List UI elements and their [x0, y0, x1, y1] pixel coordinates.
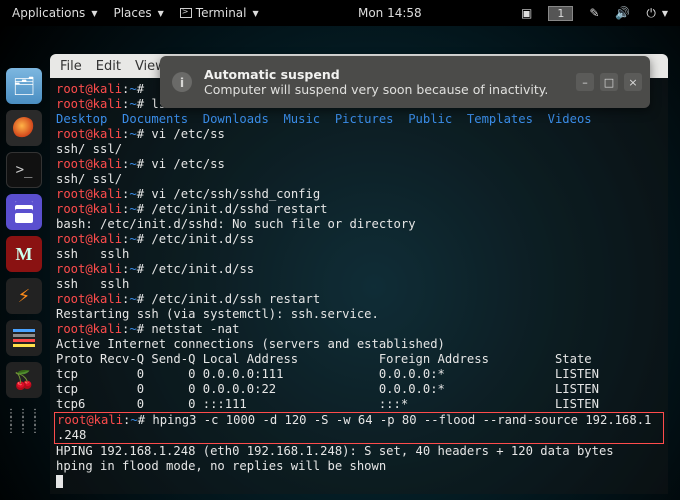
zenmap-icon[interactable]: ⚡: [6, 278, 42, 314]
bash-error: bash: /etc/init.d/sshd: No such file or …: [56, 217, 416, 231]
hping-output-2: hping in flood mode, no replies will be …: [56, 459, 386, 473]
clock[interactable]: Mon 14:58: [352, 6, 428, 20]
highlighted-command: root@kali:~# hping3 -c 1000 -d 120 -S -w…: [54, 412, 664, 444]
recording-indicator[interactable]: ▣: [515, 6, 538, 20]
netstat-header-1: Active Internet connections (servers and…: [56, 337, 445, 351]
applications-menu[interactable]: Applications ▼: [6, 6, 103, 20]
cmd-initd-1: /etc/init.d/ss: [144, 232, 254, 246]
power-menu[interactable]: ⏻▼: [640, 6, 674, 21]
netstat-header-2: Proto Recv-Q Send-Q Local Address Foreig…: [56, 352, 592, 366]
cmd-hping3: hping3 -c 1000 -d 120 -S -w 64 -p 80 --f…: [145, 413, 651, 427]
applications-label: Applications: [12, 6, 85, 20]
files-icon[interactable]: 🗂: [6, 68, 42, 104]
notification-body: Computer will suspend very soon because …: [204, 82, 548, 97]
wireshark-icon[interactable]: [6, 320, 42, 356]
power-icon: ⏻: [646, 6, 656, 21]
volume-control[interactable]: 🔊: [609, 6, 636, 20]
desktop: 🗂 >_ M ⚡ 🍒 ⋮⋮⋮⋮⋮⋮⋮⋮⋮ File Edit View root…: [0, 26, 680, 500]
places-menu[interactable]: Places ▼: [107, 6, 169, 20]
info-icon: i: [172, 72, 192, 92]
prompt-userhost: root@kali: [56, 82, 122, 96]
notification-text: Automatic suspend Computer will suspend …: [204, 67, 548, 97]
notification-title: Automatic suspend: [204, 67, 548, 82]
cmd-initd-2: /etc/init.d/ss: [144, 262, 254, 276]
hping-output-1: HPING 192.168.1.248 (eth0 192.168.1.248)…: [56, 444, 614, 458]
tab-completion-3: ssh sslh: [56, 247, 129, 261]
places-label: Places: [113, 6, 151, 20]
cmd-vi-sshd: vi /etc/ssh/sshd_config: [144, 187, 320, 201]
cmd-sshd-restart: /etc/init.d/sshd restart: [144, 202, 327, 216]
gnome-top-bar: Applications ▼ Places ▼ Terminal ▼ Mon 14:5…: [0, 0, 680, 26]
minimize-button[interactable]: –: [576, 73, 594, 91]
netstat-row: tcp 0 0 0.0.0.0:22 0.0.0.0:* LISTEN: [56, 382, 599, 396]
brush-icon: ✎: [589, 6, 599, 20]
color-picker[interactable]: ✎: [583, 6, 605, 20]
tab-completion-1: ssh/ ssl/: [56, 142, 122, 156]
ls-output: Desktop Documents Downloads Music Pictur…: [56, 112, 592, 126]
menu-edit[interactable]: Edit: [96, 59, 121, 74]
terminal-window: File Edit View root@kali:~# root@kali:~#…: [50, 54, 668, 494]
chevron-down-icon: ▼: [91, 9, 97, 18]
netstat-row: tcp 0 0 0.0.0.0:111 0.0.0.0:* LISTEN: [56, 367, 599, 381]
firefox-icon[interactable]: [6, 110, 42, 146]
metasploit-icon[interactable]: M: [6, 236, 42, 272]
chevron-down-icon: ▼: [253, 9, 259, 18]
terminal-body[interactable]: root@kali:~# root@kali:~# ls Desktop Doc…: [50, 78, 668, 494]
cmd-netstat: netstat -nat: [144, 322, 239, 336]
tab-completion-2: ssh/ ssl/: [56, 172, 122, 186]
notification-icon: i: [160, 72, 204, 92]
cmd-hping3-wrap: .248: [57, 428, 86, 442]
terminal-cursor: [56, 475, 63, 488]
active-app-label: Terminal: [196, 6, 247, 20]
chevron-down-icon: ▼: [662, 9, 668, 18]
netstat-row: tcp6 0 0 :::111 :::* LISTEN: [56, 397, 599, 411]
dock: 🗂 >_ M ⚡ 🍒 ⋮⋮⋮⋮⋮⋮⋮⋮⋮: [0, 62, 48, 480]
text-editor-icon[interactable]: [6, 194, 42, 230]
active-app-menu[interactable]: Terminal ▼: [174, 6, 265, 20]
terminal-icon: [180, 8, 192, 18]
notification-controls: – □ ×: [576, 73, 650, 91]
close-button[interactable]: ×: [624, 73, 642, 91]
workspace-indicator[interactable]: 1: [542, 6, 579, 21]
speaker-icon: 🔊: [615, 6, 630, 20]
cherrytree-icon[interactable]: 🍒: [6, 362, 42, 398]
cmd-ssh-restart: /etc/init.d/ssh restart: [144, 292, 320, 306]
terminal-icon[interactable]: >_: [6, 152, 42, 188]
ssh-restart-output: Restarting ssh (via systemctl): ssh.serv…: [56, 307, 379, 321]
show-apps-icon[interactable]: ⋮⋮⋮⋮⋮⋮⋮⋮⋮: [6, 404, 42, 440]
chevron-down-icon: ▼: [158, 9, 164, 18]
cmd-vi-2: vi /etc/ss: [144, 157, 225, 171]
camera-icon: ▣: [521, 6, 532, 20]
tab-completion-4: ssh sslh: [56, 277, 129, 291]
workspace-badge: 1: [548, 6, 573, 21]
cmd-vi-1: vi /etc/ss: [144, 127, 225, 141]
menu-file[interactable]: File: [60, 59, 82, 74]
notification: i Automatic suspend Computer will suspen…: [160, 56, 650, 108]
maximize-button[interactable]: □: [600, 73, 618, 91]
clock-label: Mon 14:58: [358, 6, 422, 20]
